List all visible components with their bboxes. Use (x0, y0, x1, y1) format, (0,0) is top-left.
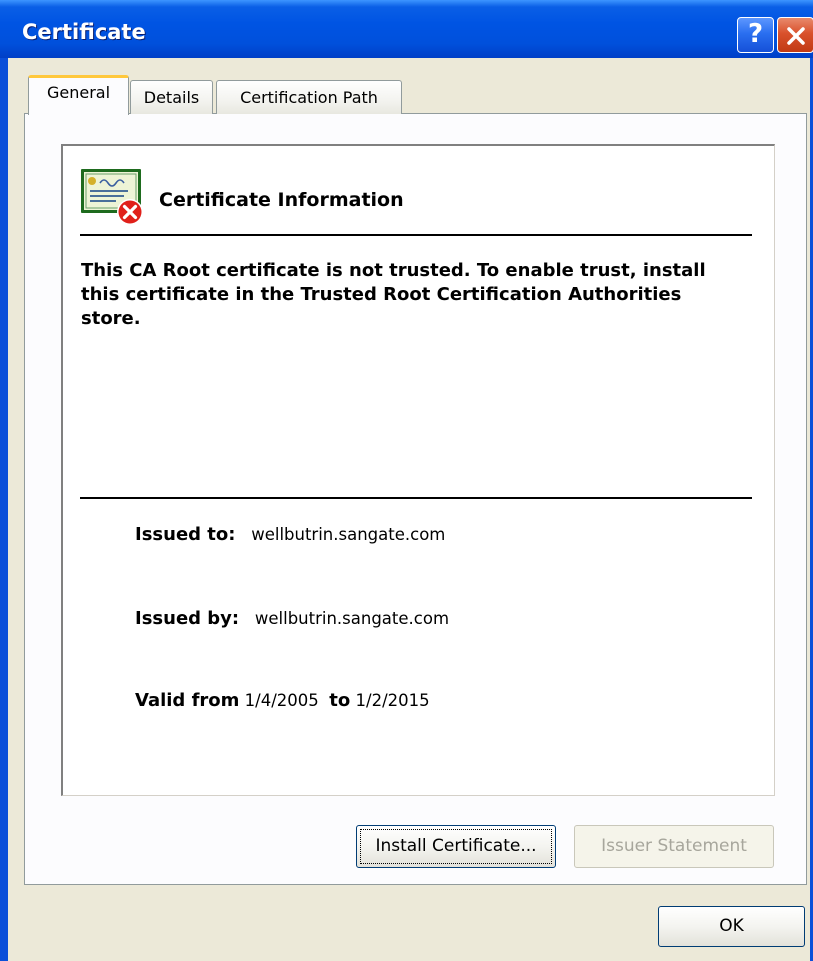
certificate-information-heading: Certificate Information (159, 189, 404, 211)
issued-by-label: Issued by: (135, 608, 240, 629)
issued-by-value: wellbutrin.sangate.com (254, 609, 450, 628)
valid-from-value: 1/4/2005 (244, 691, 319, 710)
issued-by-row: Issued by: wellbutrin.sangate.com (135, 608, 449, 629)
issuer-statement-button[interactable]: Issuer Statement (574, 825, 774, 868)
tab-certification-path-label: Certification Path (240, 88, 378, 107)
ok-label: OK (719, 916, 744, 936)
help-button[interactable]: ? (737, 17, 774, 53)
validity-row: Valid from 1/4/2005 to 1/2/2015 (135, 690, 430, 711)
window-title: Certificate (22, 20, 146, 44)
valid-to-label: to (329, 690, 351, 711)
tab-general[interactable]: General (28, 75, 129, 115)
tab-general-label: General (46, 83, 111, 102)
title-bar[interactable]: Certificate ? (0, 0, 813, 58)
divider-bottom (80, 497, 752, 499)
close-icon (787, 27, 805, 45)
valid-to-value: 1/2/2015 (355, 691, 430, 710)
tab-details-label: Details (143, 88, 200, 107)
issued-to-row: Issued to: wellbutrin.sangate.com (135, 524, 445, 545)
help-icon: ? (747, 19, 764, 49)
ok-button[interactable]: OK (658, 906, 805, 947)
trust-status-message: This CA Root certificate is not trusted.… (81, 260, 706, 329)
install-certificate-button[interactable]: Install Certificate... (356, 825, 556, 868)
issued-to-label: Issued to: (135, 524, 236, 545)
valid-from-label: Valid from (135, 690, 240, 711)
certificate-error-icon (81, 169, 143, 225)
tab-certification-path[interactable]: Certification Path (216, 80, 402, 114)
issuer-statement-label: Issuer Statement (601, 836, 747, 856)
divider-top (80, 234, 752, 236)
issued-to-value: wellbutrin.sangate.com (251, 525, 446, 544)
close-button[interactable] (777, 17, 813, 53)
window-frame-left (0, 58, 8, 961)
install-certificate-label: Install Certificate... (375, 836, 537, 856)
tab-details[interactable]: Details (130, 80, 213, 114)
